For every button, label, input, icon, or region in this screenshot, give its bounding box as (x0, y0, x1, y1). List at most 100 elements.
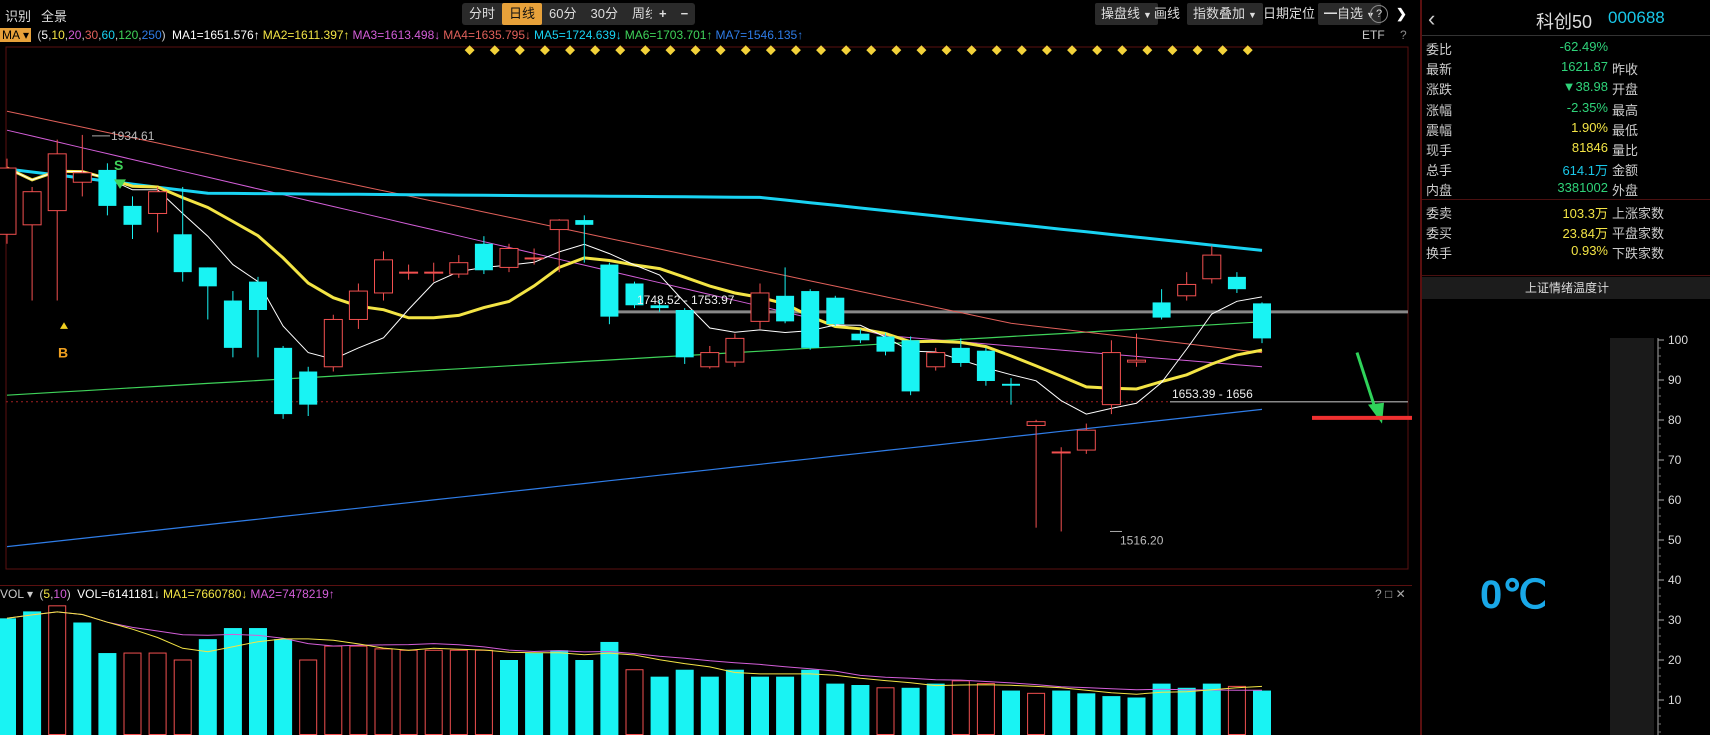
gap-range-label-2: 1653.39 - 1656 (1172, 387, 1253, 401)
vol-value-3: MA2=7478219↑ (250, 587, 335, 601)
ma-indicator-selector[interactable]: MA ▾ (0, 28, 32, 42)
volume-bar-down (550, 650, 569, 735)
candlestick-chart[interactable]: 1934.61 1748.52 - 1753.97 1653.39 - 1656 15… (0, 45, 1412, 575)
quote-label-secondary: 上涨家数 (1612, 205, 1665, 221)
candle-body-down (976, 350, 995, 381)
candle-body-up (750, 292, 770, 322)
zoom-out-button[interactable]: − (674, 3, 696, 25)
scale-label: 30 (1668, 613, 1682, 627)
period-tab-daily[interactable]: 日线 (502, 3, 543, 25)
candle-body-up (0, 167, 17, 235)
panel-window-controls[interactable]: ? □ ✕ (1375, 587, 1406, 601)
candle-body-up (1177, 283, 1197, 297)
scale-label: 80 (1668, 413, 1682, 427)
candle-body-down (575, 220, 594, 225)
index-overlay-menu[interactable]: 指数叠加 ▼ (1187, 3, 1263, 25)
etf-label[interactable]: ETF (1362, 28, 1385, 42)
candle-body-up (1051, 451, 1071, 454)
low-price-label: 1516.20 (1120, 533, 1164, 547)
candle-body-down (474, 243, 493, 271)
help-icon[interactable]: ? (1370, 5, 1388, 23)
quote-label-secondary: 开盘 (1612, 82, 1639, 98)
identify-button[interactable]: 识别 (5, 6, 31, 25)
period-tab-60min[interactable]: 60分 (542, 3, 583, 25)
volume-bar-down (198, 639, 217, 735)
candle-body-down (851, 333, 870, 341)
quote-label: 委比 (1426, 42, 1453, 57)
volume-bar-down (274, 639, 293, 735)
arrow-head-icon (1368, 402, 1384, 424)
candle-body-up (148, 191, 168, 214)
index-overlay-label: 指数叠加 (1193, 6, 1246, 21)
candle-body-down (675, 310, 694, 358)
volume-bar-down (776, 676, 795, 735)
candle-body-down (1227, 276, 1246, 290)
quote-label: 涨幅 (1426, 102, 1453, 118)
period-tab-timeshare[interactable]: 分时 (462, 3, 502, 25)
quote-row: 现手 81846 量比 (1422, 137, 1710, 159)
temperature-value: 0℃ (1480, 573, 1548, 617)
candle-body-up (1026, 421, 1046, 426)
candle-body-up (1127, 359, 1146, 363)
candle-body-up (399, 271, 419, 274)
chevron-left-icon[interactable]: ‹ (1428, 6, 1435, 32)
volume-bar-down (98, 653, 117, 735)
candle-body-down (826, 297, 845, 325)
vol-indicator-selector[interactable]: VOL ▾ (0, 587, 33, 601)
ma-legend: MA ▾ (5,10,20,30,60,120,250) MA1=1651.576… (0, 28, 1420, 45)
zoom-in-button[interactable]: + (652, 3, 674, 25)
quote-label-secondary: 量比 (1612, 143, 1639, 158)
chart-frame (5, 46, 1409, 570)
ma-period-20: 20 (68, 28, 82, 42)
volume-bar-up (625, 669, 644, 735)
vol-values: VOL=6141181↓ MA1=7660780↓ MA2=7478219↑ (77, 587, 338, 601)
volume-bar-up (399, 649, 418, 735)
quote-row: 委比 -62.49% (1422, 36, 1710, 58)
volume-bar-down (0, 618, 16, 735)
ma-period-250: 250 (141, 28, 162, 42)
quote-row: 涨跌 ▼38.98 开盘 (1422, 76, 1710, 98)
volume-bar-up (1227, 685, 1246, 735)
candle-body-down (876, 336, 895, 352)
volume-bar-down (73, 622, 92, 735)
candle-body-up (725, 337, 745, 363)
volume-chart[interactable] (0, 602, 1412, 735)
quote-divider (1422, 275, 1710, 276)
volume-bar-up (951, 680, 970, 735)
ma-value-5: MA5=1724.639↓ (534, 28, 622, 42)
date-locate-button[interactable]: 日期定位 (1257, 3, 1321, 25)
quote-label: 震幅 (1426, 122, 1453, 138)
help-icon[interactable]: ? (1400, 28, 1407, 42)
volume-bar-down (700, 676, 719, 735)
volume-bar-down (525, 653, 544, 735)
volume-bar-up (148, 652, 167, 735)
ma-period-5: 5 (41, 28, 49, 42)
volume-bar-up (424, 649, 443, 735)
candle-body-up (348, 290, 368, 320)
draw-line-button[interactable]: 画线 (1148, 3, 1186, 25)
chevron-down-icon: ▼ (1248, 10, 1257, 20)
period-tab-30min[interactable]: 30分 (584, 3, 625, 25)
volume-bar-down (1077, 693, 1096, 735)
quote-value: -2.35% (1566, 99, 1608, 115)
quote-label-secondary: 昨收 (1612, 62, 1639, 78)
candle-body-down (274, 347, 293, 415)
candle-body-up (1202, 254, 1222, 280)
ma-period-30: 30 (84, 28, 99, 42)
sentiment-gauge-title: 上证情绪温度计 (1422, 277, 1710, 299)
ma-tag-label: MA (2, 28, 20, 42)
candle-body-up (449, 262, 469, 275)
security-name: 科创50 (1536, 12, 1593, 32)
quote-row: 委卖 103.3万 上涨家数 (1422, 200, 1710, 222)
collapse-icon[interactable]: ❯ (1394, 3, 1409, 25)
volume-bar-up (324, 645, 343, 735)
zoom-controls: + − (652, 3, 696, 25)
quote-row: 总手 614.1万 金额 (1422, 157, 1710, 179)
quote-value: 23.84万 (1562, 225, 1608, 241)
quote-label-secondary: 外盘 (1612, 183, 1639, 199)
scale-label: 50 (1668, 533, 1682, 547)
quote-label: 现手 (1426, 143, 1453, 158)
volume-bar-down (223, 628, 242, 735)
panorama-button[interactable]: 全景 (41, 6, 67, 25)
ma-period-120: 120 (118, 28, 139, 42)
